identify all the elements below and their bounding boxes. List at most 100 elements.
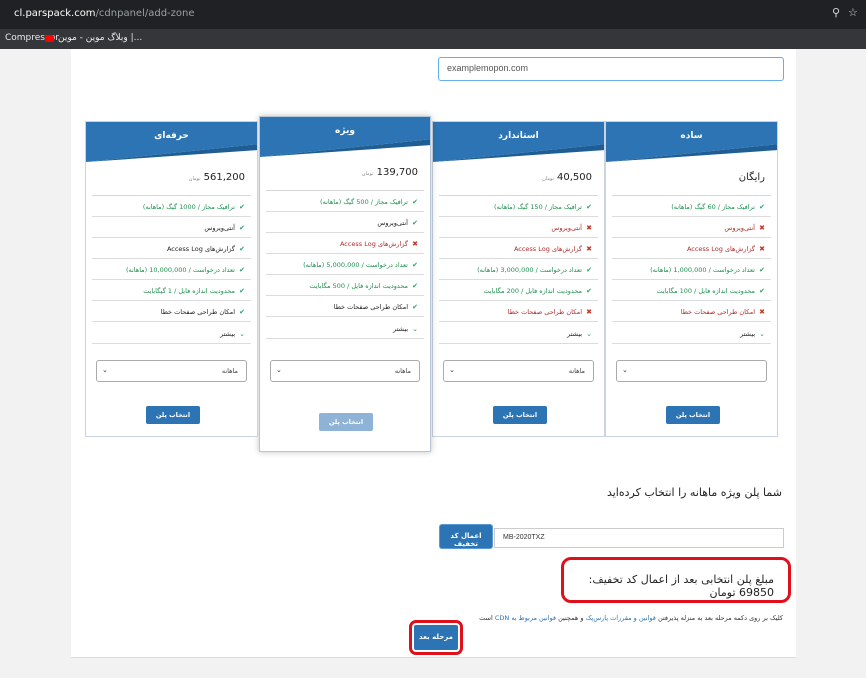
feature-row: ✔ آنتی‌ویروس <box>266 212 424 233</box>
feature-row: ✔ ترافیک مجاز / 1000 گیگ (ماهانه) <box>92 196 251 217</box>
more-label: بیشتر <box>220 330 236 338</box>
apply-coupon-button[interactable]: اعمال کد تخفیف <box>440 525 492 548</box>
feature-label: محدودیت اندازه فایل / 500 مگابایت <box>309 282 409 290</box>
check-icon: ✔ <box>412 282 418 290</box>
select-plan-button-pro[interactable]: انتخاب پلن <box>146 406 200 424</box>
terms-link-cdn[interactable]: قوانین مربوط به CDN <box>495 614 556 622</box>
plan-title: ساده <box>680 131 703 141</box>
feature-label: امکان طراحی صفحات خطا <box>507 308 582 316</box>
feature-row: ✔محدودیت اندازه فایل / 200 مگابایت <box>439 280 598 301</box>
plan-title: حرفه‌ای <box>154 131 189 141</box>
more-toggle[interactable]: ⌄بیشتر <box>439 322 598 344</box>
url-text[interactable]: cl.parspack.com/cdnpanel/add-zone <box>14 8 195 19</box>
more-toggle[interactable]: ⌄بیشتر <box>266 317 424 339</box>
period-value: ماهانه <box>568 367 585 375</box>
more-toggle[interactable]: ⌄بیشتر <box>612 322 771 344</box>
check-icon: ✔ <box>759 287 765 295</box>
cross-icon: ✖ <box>412 240 418 248</box>
check-icon: ✔ <box>239 308 245 316</box>
check-icon: ✔ <box>586 266 592 274</box>
plan-price-value: رایگان <box>738 172 765 183</box>
feature-row: ✖ امکان طراحی صفحات خطا <box>612 301 771 322</box>
select-plan-button-standard[interactable]: انتخاب پلن <box>493 406 547 424</box>
check-icon: ✔ <box>759 203 765 211</box>
feature-row: ✔ تعداد درخواست / 5,000,000 (ماهانه) <box>266 254 424 275</box>
check-icon: ✔ <box>239 203 245 211</box>
feature-label: تعداد درخواست / 5,000,000 (ماهانه) <box>303 261 408 269</box>
terms-text-3: است <box>479 614 493 622</box>
plan-price-unit: تومان <box>188 176 201 182</box>
feature-label: گزارش‌های Access Log <box>166 245 235 253</box>
plan-header: ویژه <box>260 117 430 157</box>
period-select[interactable]: ماهانه ⌄ <box>443 360 594 382</box>
chevron-down-icon: ⌄ <box>102 366 108 374</box>
feature-row: ✔ ترافیک مجاز / 500 گیگ (ماهانه) <box>266 191 424 212</box>
feature-row: ✔ ترافیک مجاز / 60 گیگ (ماهانه) <box>612 196 771 217</box>
feature-row: ✔ تعداد درخواست / 1,000,000 (ماهانه) <box>612 259 771 280</box>
feature-label: آنتی‌ویروس <box>377 219 408 227</box>
cross-icon: ✖ <box>759 245 765 253</box>
period-select[interactable]: ⌄ <box>616 360 767 382</box>
chevron-down-icon: ⌄ <box>412 325 418 333</box>
feature-row: ✖ آنتی‌ویروس <box>612 217 771 238</box>
more-label: بیشتر <box>740 330 756 338</box>
feature-row: ✔ محدودیت اندازه فایل / 1 گیگابایت <box>92 280 251 301</box>
feature-label: تعداد درخواست / 3,000,000 (ماهانه) <box>477 266 582 274</box>
feature-label: آنتی‌ویروس <box>204 224 235 232</box>
cross-icon: ✖ <box>586 224 592 232</box>
chevron-down-icon: ⌄ <box>276 366 282 374</box>
plan-title: استاندارد <box>498 131 539 141</box>
plan-header-shape <box>433 122 604 162</box>
bookmark-star-icon[interactable]: ☆ <box>848 6 858 19</box>
plan-price: 40,500تومان <box>542 172 592 183</box>
check-icon: ✔ <box>412 198 418 206</box>
feature-label: ترافیک مجاز / 500 گیگ (ماهانه) <box>320 198 408 206</box>
plan-card-pro: حرفه‌ای 561,200تومان ✔ ترافیک مجاز / 1000 گ… <box>85 121 258 437</box>
plan-card-basic: ساده رایگان ✔ ترافیک مجاز / 60 گیگ (ماهانه)… <box>605 121 778 437</box>
feature-row: ✔محدودیت اندازه فایل / 100 مگابایت <box>612 280 771 301</box>
plan-header-shape <box>260 117 430 157</box>
next-step-button[interactable]: مرحله بعد <box>414 625 458 650</box>
check-icon: ✔ <box>239 224 245 232</box>
feature-label: محدودیت اندازه فایل / 100 مگابایت <box>656 287 756 295</box>
feature-label: امکان طراحی صفحات خطا <box>680 308 755 316</box>
feature-row: ✖ آنتی‌ویروس <box>439 217 598 238</box>
check-icon: ✔ <box>586 203 592 211</box>
plan-price-value: 139,700 <box>376 167 418 178</box>
check-icon: ✔ <box>759 266 765 274</box>
more-toggle[interactable]: ⌄بیشتر <box>92 322 251 344</box>
feature-label: ترافیک مجاز / 150 گیگ (ماهانه) <box>494 203 582 211</box>
plan-header: حرفه‌ای <box>86 122 257 162</box>
coupon-field[interactable]: MB-2020TXZ <box>494 528 784 548</box>
chevron-down-icon: ⌄ <box>586 330 592 338</box>
plan-card-standard: استاندارد 40,500تومان ✔ ترافیک مجاز / 150 گ… <box>432 121 605 437</box>
feature-label: امکان طراحی صفحات خطا <box>333 303 408 311</box>
bookmarks-bar: Compressor وبلاگ موین - موین |... <box>0 29 866 49</box>
chevron-down-icon: ⌄ <box>449 366 455 374</box>
final-price-box: مبلغ پلن انتخابی بعد از اعمال کد تخفیف: … <box>561 557 791 603</box>
check-icon: ✔ <box>412 303 418 311</box>
plan-features: ✔ ترافیک مجاز / 60 گیگ (ماهانه) ✖ آنتی‌ویرو… <box>612 195 771 344</box>
selected-plan-summary: شما پلن ویژه ماهانه را انتخاب کرده‌اید <box>606 486 782 499</box>
chevron-down-icon: ⌄ <box>759 330 765 338</box>
url-path: /cdnpanel/add-zone <box>95 8 195 19</box>
bookmark-mooin[interactable]: وبلاگ موین - موین |... <box>58 33 142 43</box>
check-icon: ✔ <box>412 219 418 227</box>
plan-header-shape <box>606 122 777 162</box>
period-value: ماهانه <box>394 367 411 375</box>
domain-field[interactable]: examplemopon.com <box>438 57 784 81</box>
zoom-icon[interactable]: ⚲ <box>832 6 840 19</box>
period-select[interactable]: ماهانه ⌄ <box>96 360 247 382</box>
feature-row: ✖ امکان طراحی صفحات خطا <box>439 301 598 322</box>
feature-label: ترافیک مجاز / 60 گیگ (ماهانه) <box>671 203 755 211</box>
plan-price-value: 40,500 <box>557 172 592 183</box>
feature-label: گزارش‌های Access Log <box>686 245 755 253</box>
plan-features: ✔ ترافیک مجاز / 1000 گیگ (ماهانه) ✔ آنتی‌وی… <box>92 195 251 344</box>
period-select[interactable]: ماهانه ⌄ <box>270 360 420 382</box>
select-plan-button-basic[interactable]: انتخاب پلن <box>666 406 720 424</box>
chevron-down-icon: ⌄ <box>239 330 245 338</box>
plan-title: ویژه <box>335 126 355 136</box>
select-plan-button-special[interactable]: انتخاب پلن <box>319 413 373 431</box>
plan-price: رایگان <box>736 172 765 183</box>
terms-link-rules[interactable]: قوانین و مقررات پارس‌پک <box>586 614 656 622</box>
